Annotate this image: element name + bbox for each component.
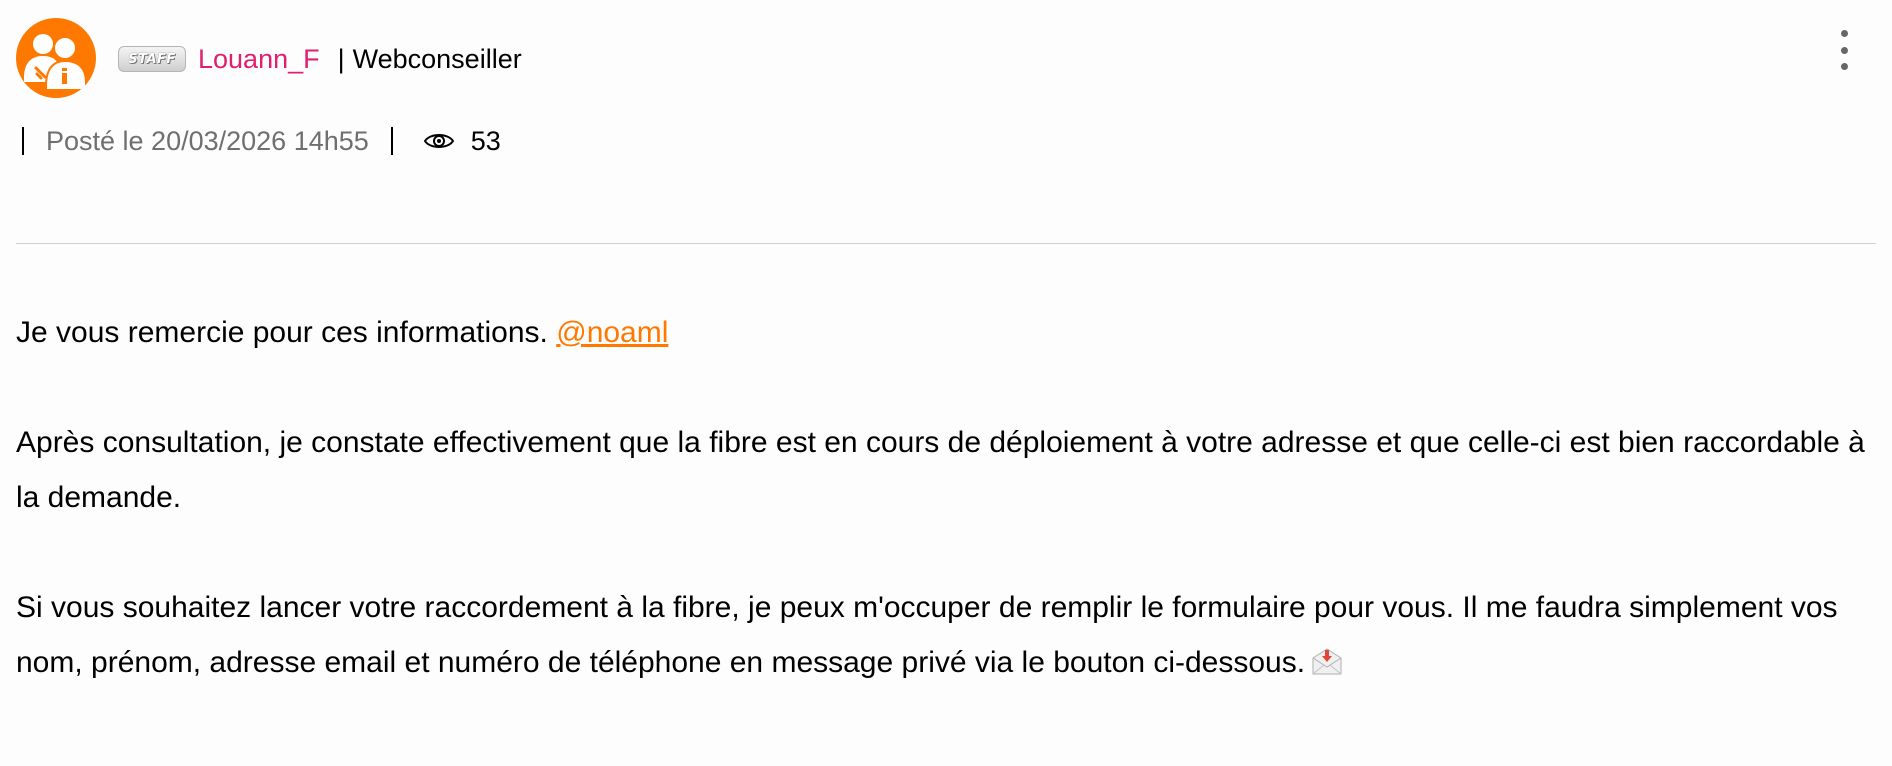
message-paragraph: Après consultation, je constate effectiv… [16,426,1865,514]
author-line: STAFF Louann_F | Webconseiller [118,42,522,76]
staff-badge: STAFF [118,46,186,72]
eye-icon [423,131,455,151]
message-text: Si vous souhaitez lancer votre raccordem… [16,591,1838,679]
author-name-link[interactable]: Louann_F [198,44,320,75]
kebab-menu-icon[interactable] [1832,30,1856,70]
message-paragraph: Si vous souhaitez lancer votre raccordem… [16,580,1876,690]
message-body: Je vous remercie pour ces informations. … [16,305,1876,745]
kebab-dot [1840,63,1848,70]
view-count: 53 [470,125,501,156]
post-date: Posté le 20/03/2026 14h55 [46,125,369,156]
kebab-dot [1840,46,1848,54]
community-users-icon [24,34,87,91]
user-mention-link[interactable]: @noaml [556,316,668,349]
avatar[interactable] [16,18,96,98]
author-separator: | [337,43,345,74]
envelope-inbox-icon [1311,646,1343,676]
author-role: Webconseiller [352,43,522,74]
message-paragraph: Je vous remercie pour ces informations. … [16,305,1876,360]
forum-post: STAFF Louann_F | Webconseiller Posté le … [0,0,1892,766]
kebab-dot [1840,30,1848,37]
meta-divider [22,127,24,155]
message-text: Je vous remercie pour ces informations. [16,316,548,349]
header-divider [16,243,1876,244]
post-meta: Posté le 20/03/2026 14h55 53 [22,124,501,158]
meta-divider [390,127,393,155]
